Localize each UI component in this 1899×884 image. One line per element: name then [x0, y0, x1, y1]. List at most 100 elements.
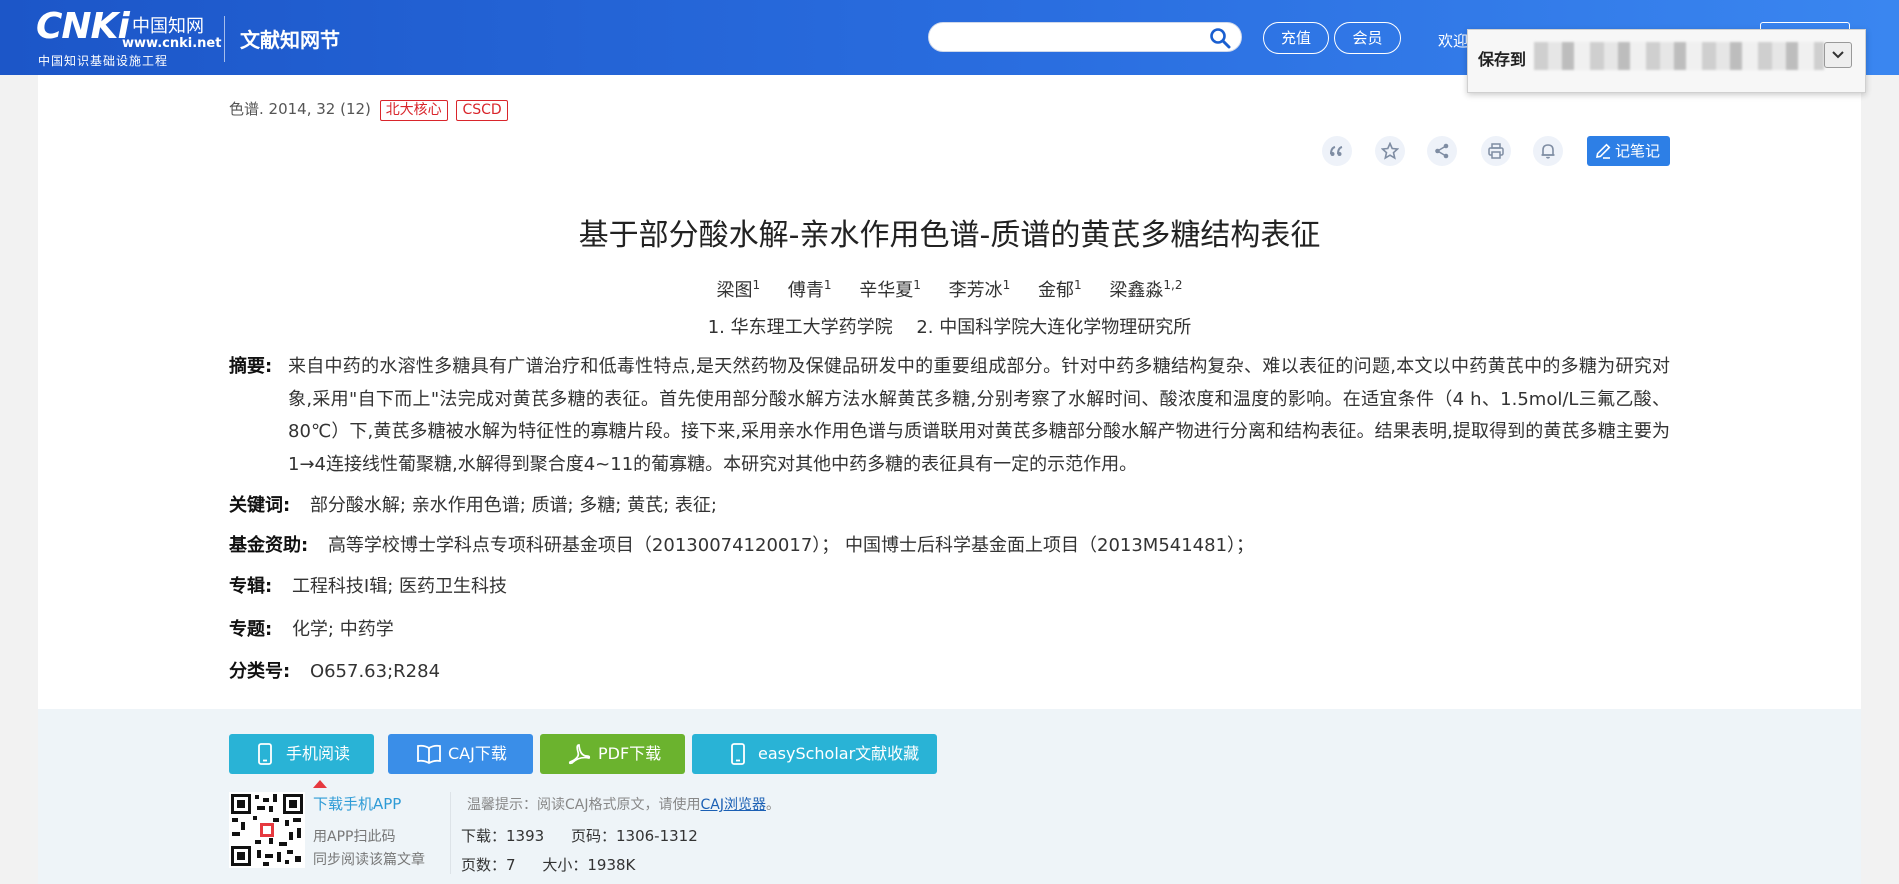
author-affil: 1	[1074, 278, 1082, 292]
easyscholar-button[interactable]: easyScholar文献收藏	[692, 734, 937, 774]
phone-icon	[258, 743, 272, 765]
topic-value: 化学; 中药学	[291, 619, 394, 640]
keywords-label: 关键词:	[229, 495, 291, 516]
author-affil: 1	[823, 278, 832, 292]
pagecount-value: 7	[506, 856, 516, 874]
author-link[interactable]: 辛华夏1	[859, 278, 921, 301]
journal-citation[interactable]: 色谱. 2014, 32 (12)	[229, 100, 371, 118]
author-link[interactable]: 梁鑫淼1,2	[1109, 278, 1183, 301]
caj-reader-link[interactable]: CAJ浏览器	[700, 797, 765, 813]
author-name: 傅青	[787, 280, 824, 301]
app-hint: 用APP扫此码 同步阅读该篇文章	[313, 826, 425, 872]
author-name: 梁图	[716, 280, 753, 301]
quote-icon	[1330, 146, 1343, 156]
classification-row: 分类号: O657.63;R284	[229, 657, 440, 683]
author-list: 梁图1 傅青1 辛华夏1 李芳冰1 金郁1 梁鑫淼1,2	[229, 276, 1670, 302]
author-link[interactable]: 傅青1	[787, 278, 832, 301]
chevron-down-icon	[1832, 51, 1844, 59]
take-note-button[interactable]: 记笔记	[1587, 136, 1670, 166]
size-value: 1938K	[587, 856, 636, 874]
take-note-label: 记笔记	[1615, 142, 1661, 160]
author-link[interactable]: 金郁1	[1038, 278, 1082, 301]
journal-source: 色谱. 2014, 32 (12) 北大核心 CSCD	[229, 98, 508, 121]
caret-up-icon	[313, 780, 327, 788]
album-row: 专辑: 工程科技Ⅰ辑; 医药卫生科技	[229, 572, 507, 598]
printer-icon	[1488, 143, 1504, 159]
author-affil: 1,2	[1163, 278, 1183, 292]
share-icon	[1435, 143, 1449, 159]
recharge-button[interactable]: 充值	[1263, 22, 1329, 54]
page-range: 页码：1306-1312	[571, 827, 698, 845]
author-affil: 1	[752, 278, 761, 292]
classification-label: 分类号:	[229, 661, 291, 682]
cnki-logo[interactable]: CNKi 中国知网 www.cnki.net 中国知识基础设施工程	[36, 6, 221, 68]
print-button[interactable]	[1481, 136, 1511, 166]
tip-prefix: 温馨提示：阅读CAJ格式原文，请使用	[467, 797, 701, 813]
pdf-icon	[568, 744, 591, 765]
divider	[450, 792, 451, 874]
favorite-button[interactable]	[1375, 136, 1405, 166]
abstract-text: 来自中药的水溶性多糖具有广谱治疗和低毒性特点,是天然药物及保健品研发中的重要组成…	[288, 356, 1670, 475]
edit-note-icon	[1596, 143, 1611, 159]
classification-value: O657.63;R284	[309, 661, 441, 682]
share-button[interactable]	[1427, 136, 1457, 166]
meta-row-2: 页数：7 大小：1938K	[461, 854, 657, 875]
save-to-label: 保存到	[1478, 50, 1527, 69]
author-name: 金郁	[1038, 280, 1075, 301]
app-hint-line1: 用APP扫此码	[313, 829, 396, 845]
pdf-download-label: PDF下载	[598, 744, 662, 763]
qr-code	[229, 792, 305, 868]
downloads-value: 1393	[506, 827, 545, 845]
topic-label: 专题:	[229, 619, 273, 640]
keywords-row: 关键词: 部分酸水解; 亲水作用色谱; 质谱; 多糖; 黄芪; 表征;	[229, 491, 717, 517]
author-link[interactable]: 李芳冰1	[949, 278, 1011, 301]
logo-subtitle: 中国知识基础设施工程	[38, 54, 169, 68]
app-hint-line2: 同步阅读该篇文章	[313, 852, 425, 868]
caj-download-button[interactable]: CAJ下载	[388, 734, 533, 774]
file-size: 大小：1938K	[542, 856, 635, 874]
alert-button[interactable]	[1533, 136, 1563, 166]
tip-suffix: 。	[765, 797, 780, 813]
logo-chinese: 中国知网	[132, 16, 204, 37]
welcome-text: 欢迎	[1438, 32, 1469, 50]
save-destination-select[interactable]	[1534, 42, 1824, 70]
search-icon[interactable]	[1209, 27, 1231, 49]
fund-label: 基金资助:	[229, 535, 309, 556]
cite-button[interactable]	[1322, 136, 1352, 166]
downloads-label: 下载：	[461, 827, 507, 845]
tag-cscd: CSCD	[456, 100, 508, 121]
pdf-download-button[interactable]: PDF下载	[540, 734, 685, 774]
tag-pku-core: 北大核心	[379, 100, 448, 121]
fund-row: 基金资助: 高等学校博士学科点专项科研基金项目（20130074120017）；…	[229, 531, 1254, 557]
fund-links[interactable]: 高等学校博士学科点专项科研基金项目（20130074120017）； 中国博士后…	[328, 535, 1254, 556]
page-count: 页数：7	[461, 856, 516, 874]
caj-download-label: CAJ下载	[448, 744, 507, 763]
search-input[interactable]	[928, 22, 1242, 52]
logo-mark: CNKi	[36, 6, 130, 47]
pages-label: 页码：	[570, 827, 616, 845]
mobile-read-label: 手机阅读	[286, 744, 351, 763]
organization-link[interactable]: 1. 华东理工大学药学院	[708, 317, 893, 338]
save-dropdown-button[interactable]	[1824, 42, 1852, 68]
size-label: 大小：	[542, 856, 588, 874]
pagecount-label: 页数：	[461, 856, 507, 874]
author-name: 梁鑫淼	[1109, 280, 1164, 301]
member-button[interactable]: 会员	[1334, 22, 1401, 54]
logo-url: www.cnki.net	[122, 36, 222, 51]
author-affil: 1	[1002, 278, 1011, 292]
download-app-link[interactable]: 下载手机APP	[313, 793, 401, 814]
article-title: 基于部分酸水解-亲水作用色谱-质谱的黄芪多糖结构表征	[578, 218, 1321, 253]
caj-tip: 温馨提示：阅读CAJ格式原文，请使用CAJ浏览器。	[467, 794, 780, 814]
pages-value: 1306-1312	[616, 827, 698, 845]
organization-link[interactable]: 2. 中国科学院大连化学物理研究所	[916, 317, 1191, 338]
phone-icon	[731, 743, 745, 765]
author-link[interactable]: 梁图1	[716, 278, 761, 301]
keywords-links[interactable]: 部分酸水解; 亲水作用色谱; 质谱; 多糖; 黄芪; 表征;	[310, 495, 717, 516]
open-book-icon	[417, 744, 441, 765]
album-value: 工程科技Ⅰ辑; 医药卫生科技	[291, 576, 508, 597]
site-name[interactable]: 文献知网节	[240, 24, 340, 53]
bell-icon	[1541, 144, 1555, 159]
abstract-label: 摘要:	[229, 356, 273, 377]
mobile-read-button[interactable]: 手机阅读	[229, 734, 374, 774]
easyscholar-label: easyScholar文献收藏	[758, 744, 920, 763]
